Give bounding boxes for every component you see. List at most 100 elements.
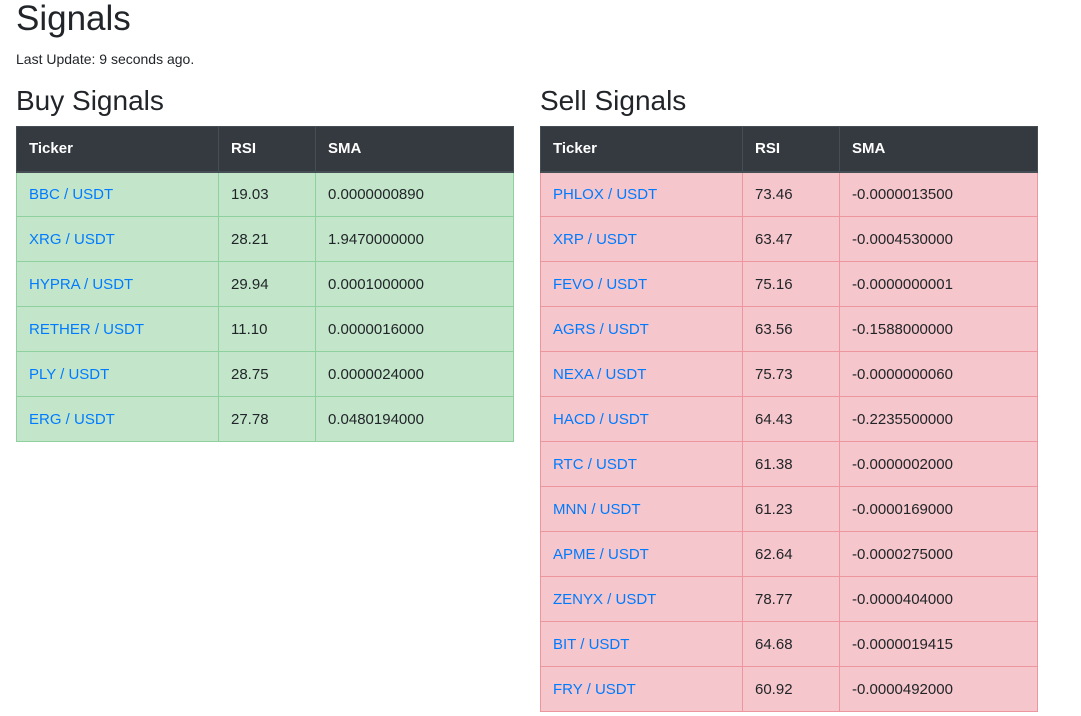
ticker-cell: NEXA / USDT	[540, 351, 743, 397]
buy-signals-body: BBC / USDT 19.03 0.0000000890 XRG / USDT 28.…	[16, 171, 514, 442]
ticker-link[interactable]: PHLOX / USDT	[553, 186, 657, 203]
sma-cell: 0.0480194000	[315, 396, 514, 442]
ticker-link[interactable]: FRY / USDT	[553, 681, 636, 698]
ticker-cell: FRY / USDT	[540, 666, 743, 712]
ticker-link[interactable]: XRG / USDT	[29, 231, 115, 248]
rsi-cell: 19.03	[218, 171, 316, 217]
ticker-cell: BBC / USDT	[16, 171, 219, 217]
table-row: BIT / USDT 64.68 -0.0000019415	[540, 621, 1038, 667]
ticker-link[interactable]: ERG / USDT	[29, 411, 115, 428]
table-row: ZENYX / USDT 78.77 -0.0000404000	[540, 576, 1038, 622]
ticker-link[interactable]: PLY / USDT	[29, 366, 109, 383]
ticker-cell: MNN / USDT	[540, 486, 743, 532]
rsi-cell: 11.10	[218, 306, 316, 352]
ticker-cell: APME / USDT	[540, 531, 743, 577]
rsi-cell: 62.64	[742, 531, 840, 577]
sell-signals-body: PHLOX / USDT 73.46 -0.0000013500 XRP / USDT…	[540, 171, 1038, 712]
ticker-link[interactable]: AGRS / USDT	[553, 321, 649, 338]
ticker-link[interactable]: BIT / USDT	[553, 636, 629, 653]
ticker-cell: FEVO / USDT	[540, 261, 743, 307]
ticker-cell: HYPRA / USDT	[16, 261, 219, 307]
rsi-cell: 61.38	[742, 441, 840, 487]
buy-signals-section: Buy Signals Ticker RSI SMA BBC / USDT 19.…	[16, 84, 514, 442]
rsi-cell: 29.94	[218, 261, 316, 307]
rsi-cell: 28.75	[218, 351, 316, 397]
table-row: BBC / USDT 19.03 0.0000000890	[16, 171, 514, 217]
sma-cell: 0.0000016000	[315, 306, 514, 352]
ticker-link[interactable]: MNN / USDT	[553, 501, 641, 518]
rsi-cell: 63.56	[742, 306, 840, 352]
rsi-cell: 64.43	[742, 396, 840, 442]
column-header-ticker: Ticker	[540, 126, 743, 173]
sma-cell: 0.0000000890	[315, 171, 514, 217]
sma-cell: -0.0000013500	[839, 171, 1038, 217]
column-header-ticker: Ticker	[16, 126, 219, 173]
sell-signals-table: Ticker RSI SMA PHLOX / USDT 73.46 -0.00000…	[540, 126, 1038, 712]
ticker-cell: PHLOX / USDT	[540, 171, 743, 217]
sma-cell: -0.0000000060	[839, 351, 1038, 397]
rsi-cell: 73.46	[742, 171, 840, 217]
table-row: XRG / USDT 28.21 1.9470000000	[16, 216, 514, 262]
sma-cell: -0.0000019415	[839, 621, 1038, 667]
column-header-sma: SMA	[315, 126, 514, 173]
ticker-link[interactable]: HACD / USDT	[553, 411, 649, 428]
ticker-cell: XRP / USDT	[540, 216, 743, 262]
table-row: HACD / USDT 64.43 -0.2235500000	[540, 396, 1038, 442]
table-row: MNN / USDT 61.23 -0.0000169000	[540, 486, 1038, 532]
sma-cell: -0.0000000001	[839, 261, 1038, 307]
rsi-cell: 75.16	[742, 261, 840, 307]
rsi-cell: 27.78	[218, 396, 316, 442]
sma-cell: 0.0001000000	[315, 261, 514, 307]
table-row: RETHER / USDT 11.10 0.0000016000	[16, 306, 514, 352]
table-row: NEXA / USDT 75.73 -0.0000000060	[540, 351, 1038, 397]
ticker-link[interactable]: NEXA / USDT	[553, 366, 646, 383]
ticker-link[interactable]: APME / USDT	[553, 546, 649, 563]
ticker-cell: HACD / USDT	[540, 396, 743, 442]
rsi-cell: 78.77	[742, 576, 840, 622]
ticker-link[interactable]: RTC / USDT	[553, 456, 637, 473]
ticker-cell: RTC / USDT	[540, 441, 743, 487]
table-row: APME / USDT 62.64 -0.0000275000	[540, 531, 1038, 577]
last-update-text: Last Update: 9 seconds ago.	[16, 51, 195, 67]
column-header-sma: SMA	[839, 126, 1038, 173]
ticker-cell: ZENYX / USDT	[540, 576, 743, 622]
sma-cell: 1.9470000000	[315, 216, 514, 262]
sma-cell: -0.0000404000	[839, 576, 1038, 622]
buy-signals-title: Buy Signals	[16, 85, 164, 116]
table-row: FRY / USDT 60.92 -0.0000492000	[540, 666, 1038, 712]
table-row: ERG / USDT 27.78 0.0480194000	[16, 396, 514, 442]
ticker-link[interactable]: BBC / USDT	[29, 186, 113, 203]
ticker-link[interactable]: RETHER / USDT	[29, 321, 144, 338]
sma-cell: -0.0000169000	[839, 486, 1038, 532]
ticker-cell: ERG / USDT	[16, 396, 219, 442]
table-row: FEVO / USDT 75.16 -0.0000000001	[540, 261, 1038, 307]
table-header-row: Ticker RSI SMA	[540, 126, 1038, 173]
sma-cell: -0.2235500000	[839, 396, 1038, 442]
ticker-cell: RETHER / USDT	[16, 306, 219, 352]
rsi-cell: 28.21	[218, 216, 316, 262]
sma-cell: 0.0000024000	[315, 351, 514, 397]
buy-signals-table: Ticker RSI SMA BBC / USDT 19.03 0.00000008…	[16, 126, 514, 442]
table-row: RTC / USDT 61.38 -0.0000002000	[540, 441, 1038, 487]
table-header-row: Ticker RSI SMA	[16, 126, 514, 173]
sma-cell: -0.1588000000	[839, 306, 1038, 352]
table-row: PLY / USDT 28.75 0.0000024000	[16, 351, 514, 397]
ticker-link[interactable]: XRP / USDT	[553, 231, 637, 248]
rsi-cell: 61.23	[742, 486, 840, 532]
sma-cell: -0.0000275000	[839, 531, 1038, 577]
ticker-link[interactable]: ZENYX / USDT	[553, 591, 656, 608]
sell-signals-section: Sell Signals Ticker RSI SMA PHLOX / USDT…	[540, 84, 1038, 712]
column-header-rsi: RSI	[742, 126, 840, 173]
sma-cell: -0.0004530000	[839, 216, 1038, 262]
sma-cell: -0.0000492000	[839, 666, 1038, 712]
sma-cell: -0.0000002000	[839, 441, 1038, 487]
table-row: AGRS / USDT 63.56 -0.1588000000	[540, 306, 1038, 352]
ticker-link[interactable]: FEVO / USDT	[553, 276, 647, 293]
rsi-cell: 60.92	[742, 666, 840, 712]
column-header-rsi: RSI	[218, 126, 316, 173]
ticker-link[interactable]: HYPRA / USDT	[29, 276, 133, 293]
rsi-cell: 64.68	[742, 621, 840, 667]
sell-signals-title: Sell Signals	[540, 85, 687, 116]
table-row: HYPRA / USDT 29.94 0.0001000000	[16, 261, 514, 307]
ticker-cell: PLY / USDT	[16, 351, 219, 397]
